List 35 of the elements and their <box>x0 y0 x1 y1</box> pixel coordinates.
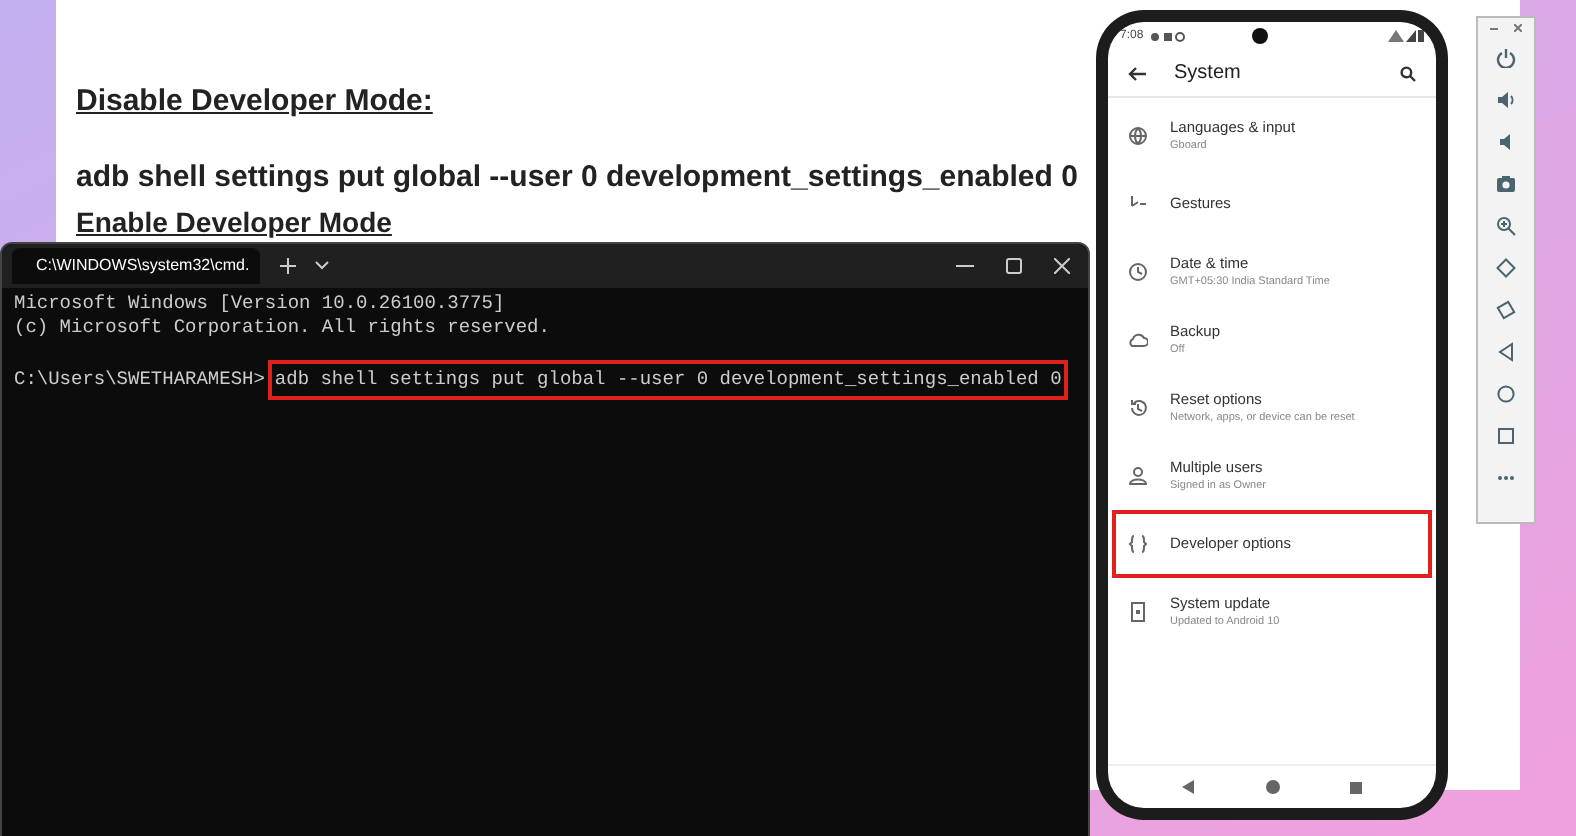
console-line: Microsoft Windows [Version 10.0.26100.3775] <box>14 292 507 316</box>
console-line: (c) Microsoft Corporation. All rights reserved. <box>14 316 552 340</box>
command-text: adb shell settings put global --user 0 development_settings_enabled 0 <box>272 364 1064 396</box>
phone-update-icon <box>1128 602 1148 622</box>
home-icon[interactable] <box>1496 384 1516 404</box>
command-prompt: C:\Users\SWETHARAMESH> <box>14 368 265 392</box>
clock-icon <box>1128 262 1148 282</box>
globe-icon <box>1128 126 1148 146</box>
section-heading: Disable Developer Mode: <box>76 84 433 120</box>
cloud-icon <box>1128 330 1148 350</box>
dropdown-icon[interactable] <box>314 260 330 272</box>
home-nav-icon[interactable] <box>1265 780 1280 794</box>
zoom-icon[interactable] <box>1496 216 1516 236</box>
back-icon[interactable] <box>1128 65 1146 81</box>
back-icon[interactable] <box>1496 342 1516 362</box>
power-icon[interactable] <box>1496 48 1516 68</box>
status-icons <box>1149 31 1186 41</box>
screen-title: System <box>1174 60 1241 88</box>
signal-icon <box>1388 30 1424 42</box>
minimize-icon[interactable] <box>956 264 974 268</box>
person-icon <box>1128 466 1148 486</box>
command-text: adb shell settings put global --user 0 development_settings_enabled 0 <box>76 160 1078 196</box>
add-tab-icon[interactable] <box>280 258 296 274</box>
history-icon <box>1128 398 1148 418</box>
maximize-icon[interactable] <box>1006 258 1022 274</box>
section-heading: Enable Developer Mode <box>76 206 392 238</box>
volume-down-icon[interactable] <box>1496 132 1516 152</box>
volume-up-icon[interactable] <box>1496 90 1516 110</box>
terminal-tab[interactable]: C:\WINDOWS\system32\cmd. <box>12 248 260 284</box>
back-nav-icon[interactable] <box>1182 780 1197 794</box>
overview-icon[interactable] <box>1496 426 1516 446</box>
braces-icon <box>1128 534 1148 554</box>
recents-nav-icon[interactable] <box>1349 781 1362 793</box>
close-icon[interactable] <box>1054 258 1070 274</box>
search-icon[interactable] <box>1400 65 1416 81</box>
